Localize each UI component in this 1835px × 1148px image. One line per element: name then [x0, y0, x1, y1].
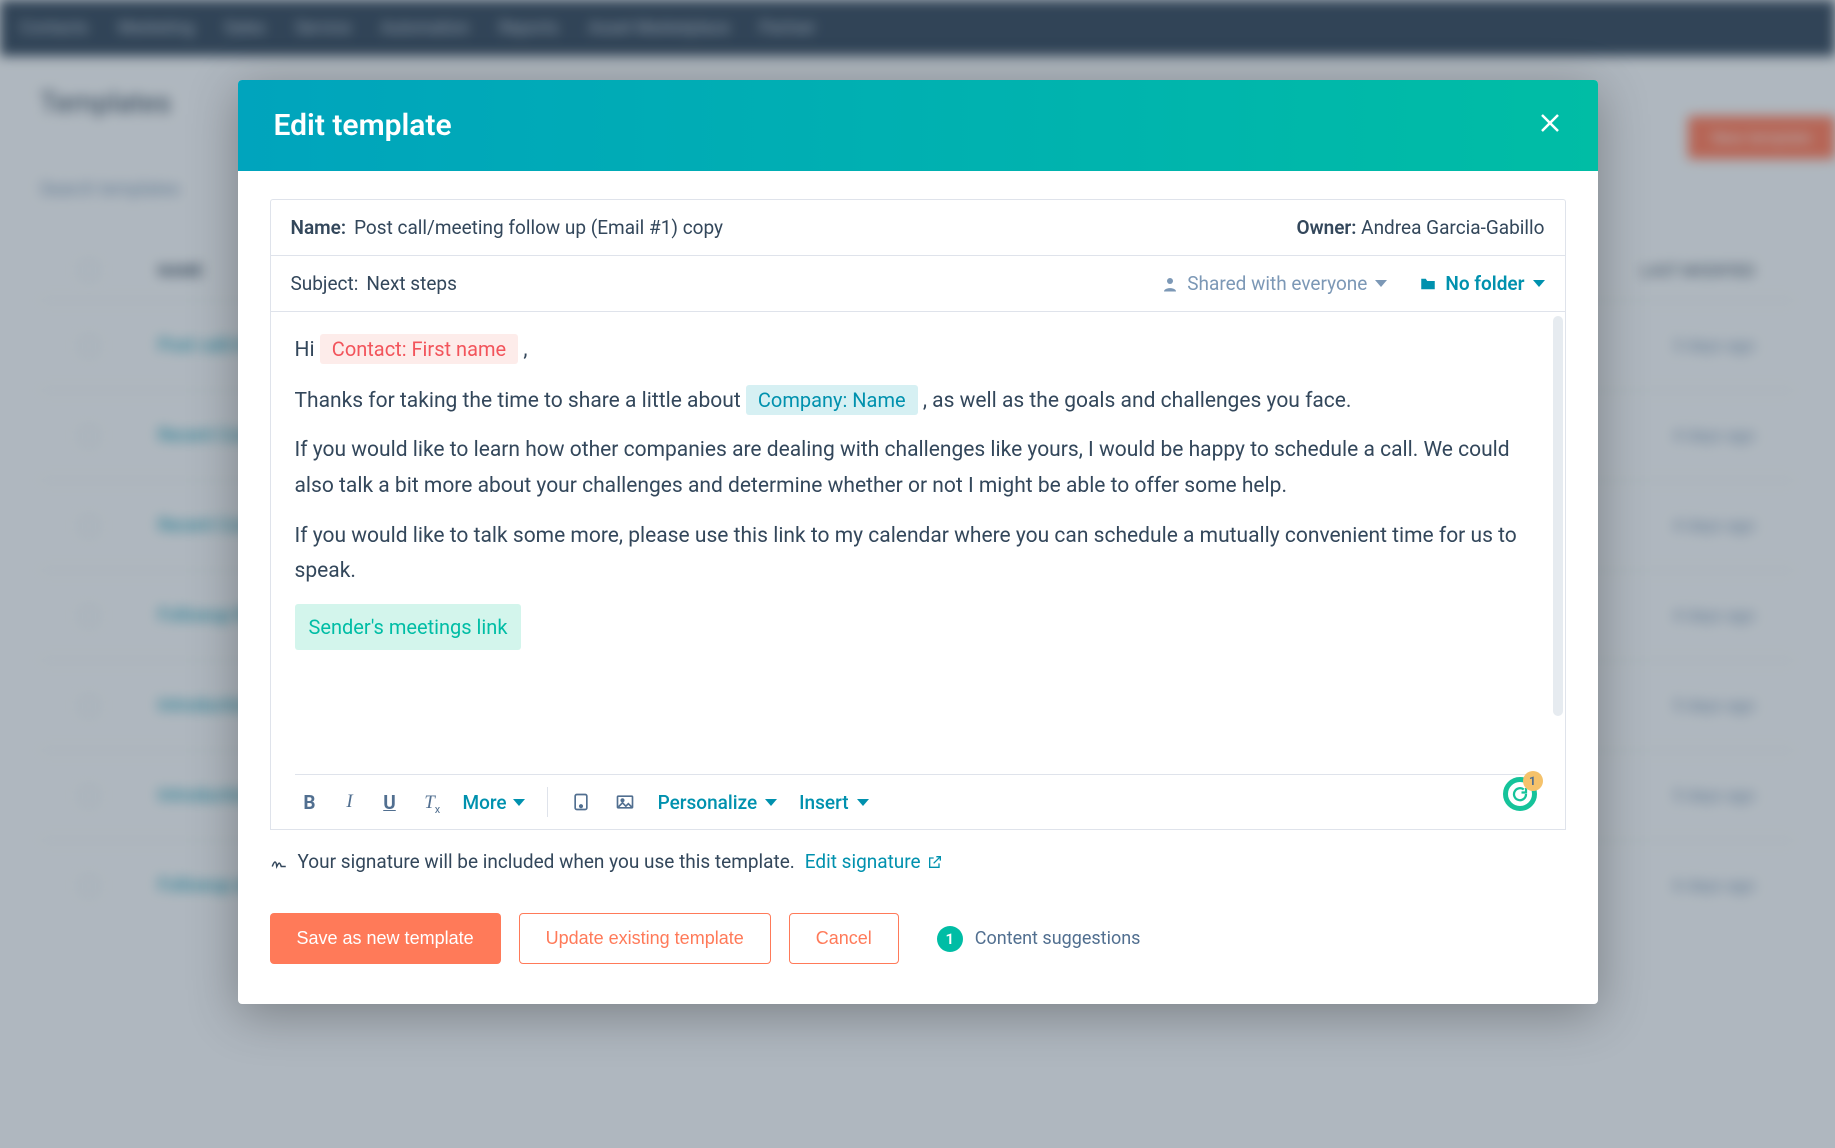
save-as-new-button[interactable]: Save as new template: [270, 913, 501, 964]
body-text: ,: [523, 338, 527, 362]
more-label: More: [463, 791, 507, 814]
external-link-icon: [927, 854, 943, 870]
email-body-editor[interactable]: Hi Contact: First name , Thanks for taki…: [295, 332, 1541, 762]
modal-header: Edit template: [238, 80, 1598, 171]
close-icon: [1538, 111, 1562, 135]
personalize-dropdown[interactable]: Personalize: [658, 791, 778, 814]
update-existing-button[interactable]: Update existing template: [519, 913, 771, 964]
subject-label: Subject:: [291, 272, 359, 295]
body-text: Thanks for taking the time to share a li…: [295, 389, 746, 413]
link-icon: [571, 792, 591, 812]
token-contact-firstname[interactable]: Contact: First name: [320, 334, 518, 364]
body-text: Hi: [295, 338, 320, 362]
body-text: If you would like to talk some more, ple…: [295, 519, 1521, 590]
person-icon: [1161, 275, 1179, 293]
caret-down-icon: [857, 799, 869, 806]
caret-down-icon: [1533, 280, 1545, 287]
owner-value: Andrea Garcia-Gabillo: [1361, 216, 1544, 239]
suggestions-label: Content suggestions: [975, 928, 1141, 949]
edit-signature-link[interactable]: Edit signature: [805, 850, 943, 873]
signature-icon: [270, 853, 288, 871]
token-company-name[interactable]: Company: Name: [746, 385, 918, 415]
cancel-button[interactable]: Cancel: [789, 913, 899, 964]
editor-toolbar: B I U Tx More Personalize: [295, 774, 1541, 829]
signature-text: Your signature will be included when you…: [298, 850, 795, 873]
folder-dropdown[interactable]: No folder: [1419, 272, 1544, 295]
grammarly-badge: 1: [1523, 771, 1543, 791]
image-button[interactable]: [614, 791, 636, 813]
suggestions-count: 1: [937, 926, 963, 952]
name-row[interactable]: Name: Post call/meeting follow up (Email…: [270, 199, 1566, 255]
signature-notice: Your signature will be included when you…: [270, 850, 1566, 873]
token-meeting-link[interactable]: Sender's meetings link: [295, 604, 522, 650]
insert-label: Insert: [799, 791, 848, 814]
grammarly-widget[interactable]: 1: [1503, 777, 1537, 811]
body-text: , as well as the goals and challenges yo…: [923, 389, 1352, 413]
body-text: If you would like to learn how other com…: [295, 433, 1521, 504]
caret-down-icon: [1375, 280, 1387, 287]
content-suggestions[interactable]: 1 Content suggestions: [937, 926, 1141, 952]
italic-button[interactable]: I: [339, 791, 361, 813]
link-button[interactable]: [570, 791, 592, 813]
owner-label: Owner:: [1296, 216, 1356, 239]
more-dropdown[interactable]: More: [463, 791, 525, 814]
subject-value: Next steps: [366, 272, 457, 295]
image-icon: [615, 792, 635, 812]
shared-with-dropdown[interactable]: Shared with everyone: [1161, 272, 1387, 295]
toolbar-divider: [547, 787, 548, 817]
editor-area: Hi Contact: First name , Thanks for taki…: [270, 312, 1566, 830]
shared-label: Shared with everyone: [1187, 272, 1367, 295]
subject-row[interactable]: Subject: Next steps Shared with everyone…: [270, 255, 1566, 312]
modal-title: Edit template: [274, 108, 452, 143]
edit-template-modal: Edit template Name: Post call/meeting fo…: [238, 80, 1598, 1004]
folder-label: No folder: [1445, 272, 1524, 295]
underline-button[interactable]: U: [379, 791, 401, 814]
modal-footer: Save as new template Update existing tem…: [270, 913, 1566, 964]
edit-signature-label: Edit signature: [805, 850, 921, 873]
name-label: Name:: [291, 216, 347, 239]
clear-format-button[interactable]: Tx: [419, 790, 441, 814]
folder-icon: [1419, 275, 1437, 293]
close-button[interactable]: [1538, 109, 1562, 142]
caret-down-icon: [513, 799, 525, 806]
scrollbar[interactable]: [1553, 316, 1563, 716]
insert-dropdown[interactable]: Insert: [799, 791, 868, 814]
bold-button[interactable]: B: [299, 791, 321, 814]
caret-down-icon: [765, 799, 777, 806]
personalize-label: Personalize: [658, 791, 758, 814]
name-value: Post call/meeting follow up (Email #1) c…: [354, 216, 723, 239]
